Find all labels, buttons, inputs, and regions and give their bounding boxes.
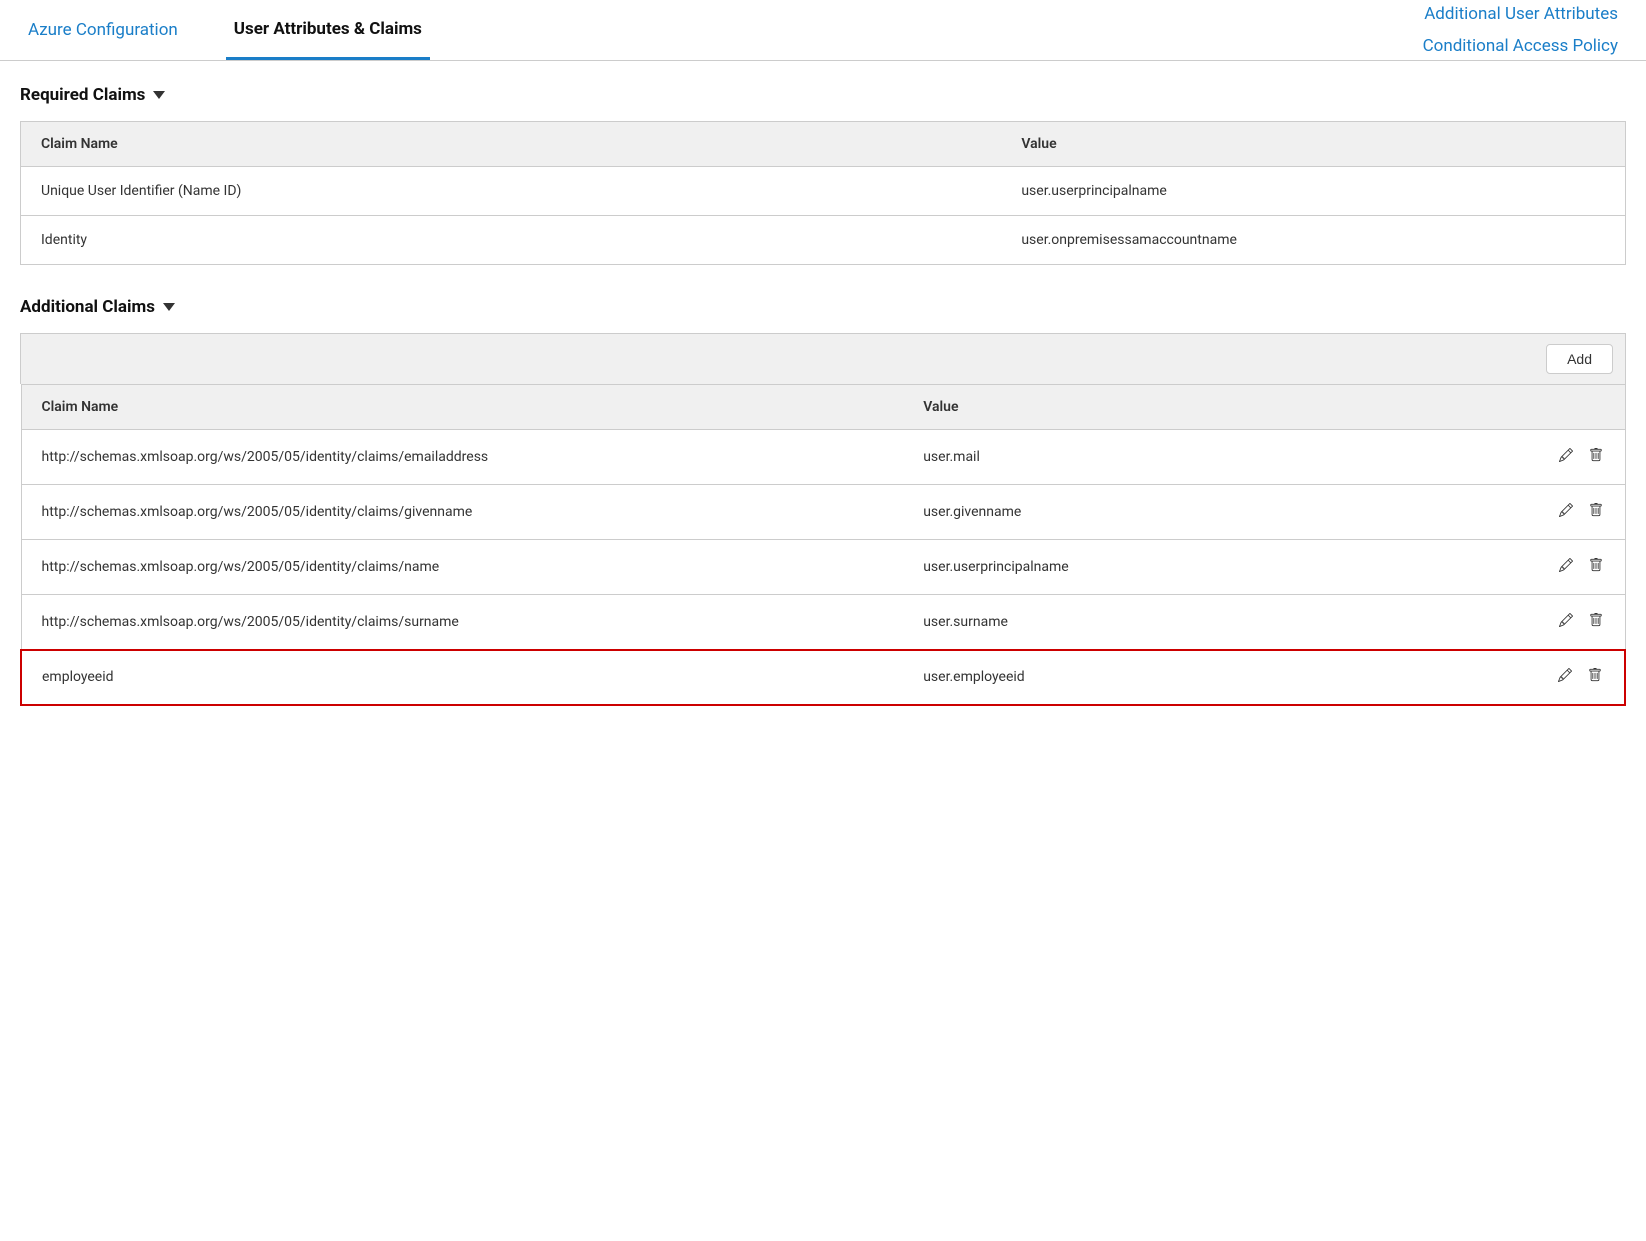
claim-name-cell: http://schemas.xmlsoap.org/ws/2005/05/id… <box>21 430 903 485</box>
additional-claims-header-row: Claim Name Value <box>21 385 1625 430</box>
trash-svg-icon <box>1589 448 1603 462</box>
claim-name-cell: http://schemas.xmlsoap.org/ws/2005/05/id… <box>21 485 903 540</box>
additional-claims-col-name: Claim Name <box>21 385 903 430</box>
table-row: Unique User Identifier (Name ID) user.us… <box>21 167 1626 216</box>
required-claims-header: Required Claims <box>20 85 1626 105</box>
required-claims-col-name: Claim Name <box>21 122 1002 167</box>
additional-claims-col-actions <box>1465 385 1625 430</box>
action-icons <box>1485 501 1605 523</box>
pencil-svg-icon <box>1559 503 1573 517</box>
delete-claim-button[interactable] <box>1587 556 1605 578</box>
required-claims-chevron-icon[interactable] <box>153 91 165 99</box>
edit-claim-button[interactable] <box>1557 446 1575 468</box>
pencil-svg-icon <box>1559 558 1573 572</box>
required-claims-title: Required Claims <box>20 85 145 105</box>
claim-name-cell: http://schemas.xmlsoap.org/ws/2005/05/id… <box>21 540 903 595</box>
table-row: http://schemas.xmlsoap.org/ws/2005/05/id… <box>21 540 1625 595</box>
delete-claim-button[interactable] <box>1586 666 1604 688</box>
delete-claim-button[interactable] <box>1587 501 1605 523</box>
claim-value-cell: user.mail <box>903 430 1464 485</box>
delete-claim-button[interactable] <box>1587 446 1605 468</box>
claim-actions-cell <box>1465 540 1625 595</box>
claim-name-cell: Unique User Identifier (Name ID) <box>21 167 1002 216</box>
table-row: http://schemas.xmlsoap.org/ws/2005/05/id… <box>21 485 1625 540</box>
tab-conditional-access-policy[interactable]: Conditional Access Policy <box>1415 32 1626 60</box>
claim-value-cell: user.employeeid <box>903 650 1464 705</box>
additional-claims-table: Claim Name Value http://schemas.xmlsoap.… <box>20 384 1626 705</box>
claim-value-cell: user.onpremisessamaccountname <box>1001 216 1625 265</box>
add-claim-button[interactable]: Add <box>1546 344 1613 374</box>
table-row: http://schemas.xmlsoap.org/ws/2005/05/id… <box>21 430 1625 485</box>
additional-claims-chevron-icon[interactable] <box>163 303 175 311</box>
claim-name-cell: http://schemas.xmlsoap.org/ws/2005/05/id… <box>21 595 903 650</box>
edit-claim-button[interactable] <box>1557 501 1575 523</box>
trash-svg-icon <box>1589 558 1603 572</box>
content-area: Required Claims Claim Name Value Unique … <box>0 61 1646 761</box>
nav-right-tabs: Additional User Attributes Conditional A… <box>1415 0 1626 60</box>
additional-claims-toolbar: Add <box>20 333 1626 384</box>
tab-azure-configuration[interactable]: Azure Configuration <box>20 2 186 58</box>
trash-svg-icon <box>1589 503 1603 517</box>
required-claims-col-value: Value <box>1001 122 1625 167</box>
table-row: http://schemas.xmlsoap.org/ws/2005/05/id… <box>21 595 1625 650</box>
additional-claims-section: Additional Claims Add Claim Name Value h… <box>20 297 1626 705</box>
required-claims-section: Required Claims Claim Name Value Unique … <box>20 85 1626 265</box>
claim-actions-cell <box>1465 485 1625 540</box>
edit-claim-button[interactable] <box>1557 556 1575 578</box>
tab-user-attributes-claims[interactable]: User Attributes & Claims <box>226 1 430 60</box>
trash-svg-icon <box>1588 668 1602 682</box>
table-row: employeeid user.employeeid <box>21 650 1625 705</box>
delete-claim-button[interactable] <box>1587 611 1605 633</box>
additional-claims-col-value: Value <box>903 385 1464 430</box>
page-container: Azure Configuration User Attributes & Cl… <box>0 0 1646 761</box>
claim-actions-cell <box>1465 595 1625 650</box>
claim-actions-cell <box>1465 650 1625 705</box>
action-icons <box>1485 446 1605 468</box>
required-claims-header-row: Claim Name Value <box>21 122 1626 167</box>
tab-additional-user-attributes[interactable]: Additional User Attributes <box>1416 0 1626 28</box>
action-icons <box>1485 666 1604 688</box>
claim-value-cell: user.userprincipalname <box>1001 167 1625 216</box>
nav-tabs: Azure Configuration User Attributes & Cl… <box>0 0 1646 61</box>
claim-value-cell: user.surname <box>903 595 1464 650</box>
table-row: Identity user.onpremisessamaccountname <box>21 216 1626 265</box>
action-icons <box>1485 556 1605 578</box>
pencil-svg-icon <box>1559 613 1573 627</box>
required-claims-table: Claim Name Value Unique User Identifier … <box>20 121 1626 265</box>
pencil-svg-icon <box>1559 448 1573 462</box>
trash-svg-icon <box>1589 613 1603 627</box>
additional-claims-title: Additional Claims <box>20 297 155 317</box>
action-icons <box>1485 611 1605 633</box>
claim-actions-cell <box>1465 430 1625 485</box>
pencil-svg-icon <box>1558 668 1572 682</box>
claim-name-cell: employeeid <box>21 650 903 705</box>
edit-claim-button[interactable] <box>1557 611 1575 633</box>
additional-claims-header: Additional Claims <box>20 297 1626 317</box>
claim-value-cell: user.userprincipalname <box>903 540 1464 595</box>
claim-name-cell: Identity <box>21 216 1002 265</box>
edit-claim-button[interactable] <box>1556 666 1574 688</box>
claim-value-cell: user.givenname <box>903 485 1464 540</box>
